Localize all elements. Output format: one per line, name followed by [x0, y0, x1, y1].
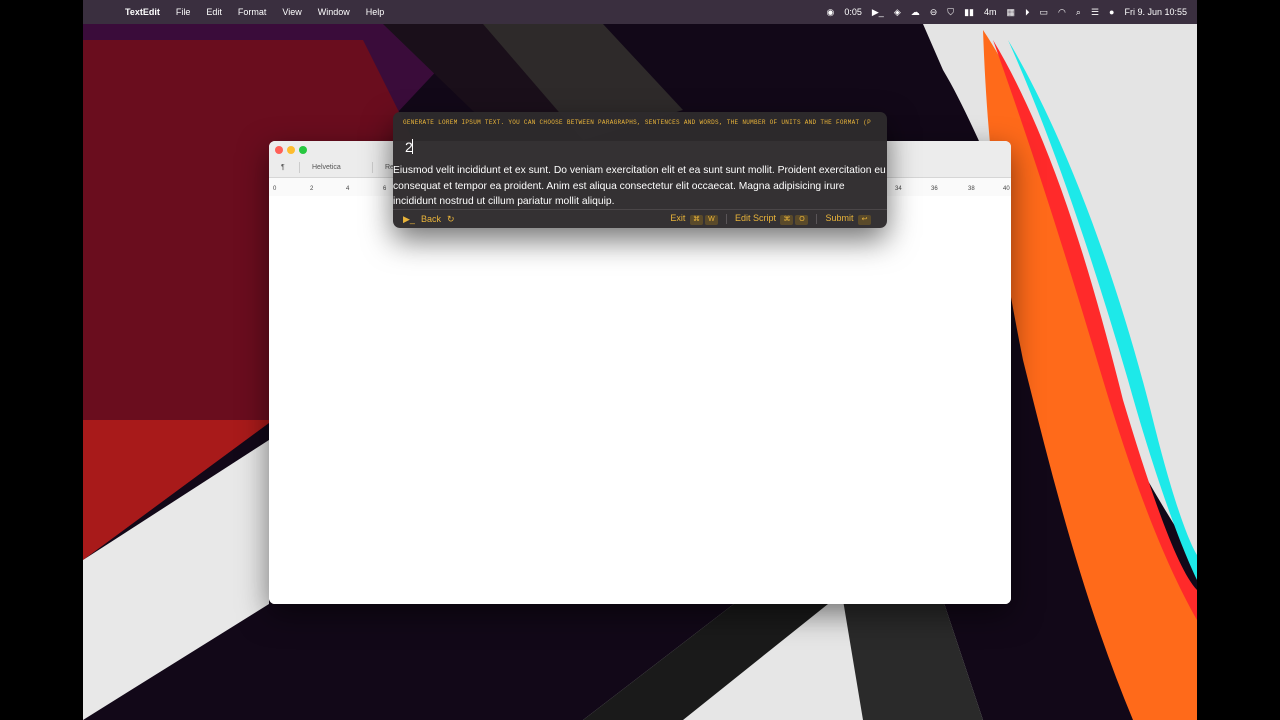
ruler-tick: 2	[310, 186, 314, 192]
edit-script-button[interactable]: Edit Script ⌘ O	[735, 213, 809, 225]
cmd-key: ⌘	[689, 215, 703, 225]
record-icon[interactable]: ◉	[827, 7, 835, 18]
font-family-select[interactable]: Helvetica	[308, 161, 373, 173]
o-key: O	[795, 215, 809, 225]
zoom-button[interactable]	[299, 146, 307, 154]
ruler-tick: 36	[931, 186, 938, 192]
back-button[interactable]: Back	[421, 214, 441, 224]
terminal-icon: ▶_	[403, 213, 415, 224]
terminal-icon[interactable]: ▶_	[872, 7, 884, 18]
ruler-tick: 0	[273, 186, 277, 192]
footer-divider	[816, 214, 818, 224]
menu-file[interactable]: File	[168, 0, 199, 24]
battery-icon[interactable]: ▭	[1040, 7, 1049, 18]
play-circle-icon[interactable]: ⏵	[1025, 7, 1030, 18]
script-description: GENERATE LOREM IPSUM TEXT. YOU CAN CHOOS…	[403, 119, 872, 126]
menu-help[interactable]: Help	[358, 0, 393, 24]
battery-bars-icon[interactable]: ▮▮	[964, 7, 974, 18]
control-center-icon[interactable]: ☰	[1091, 7, 1099, 18]
close-button[interactable]	[275, 146, 283, 154]
submit-button[interactable]: Submit ↩	[825, 213, 871, 225]
exit-label: Exit	[670, 213, 686, 223]
dropbox-icon[interactable]: ◈	[894, 7, 901, 18]
status-area: ◉ 0:05 ▶_ ◈ ☁ ⊖ ⛉ ▮▮ 4m ▦ ⏵ ▭ ◠ ⌕ ☰ ● Fr…	[827, 0, 1188, 24]
menu-bar: TextEdit File Edit Format View Window He…	[83, 0, 1197, 24]
menu-view[interactable]: View	[274, 0, 309, 24]
app-menu[interactable]: TextEdit	[117, 0, 168, 24]
lorem-ipsum-panel: GENERATE LOREM IPSUM TEXT. YOU CAN CHOOS…	[393, 112, 887, 228]
submit-label: Submit	[825, 213, 854, 223]
text-caret	[412, 139, 413, 154]
return-key-icon: ↩	[858, 215, 871, 225]
minimize-button[interactable]	[287, 146, 295, 154]
ruler-tick: 34	[895, 186, 902, 192]
footer-divider	[725, 214, 727, 224]
menu-window[interactable]: Window	[310, 0, 358, 24]
shield-icon[interactable]: ⛉	[947, 7, 954, 18]
history-icon[interactable]: ↻	[447, 214, 455, 225]
ruler-tick: 40	[1003, 186, 1010, 192]
cloud-icon[interactable]: ☁	[911, 7, 920, 18]
units-input[interactable]	[403, 137, 877, 157]
ruler-tick: 38	[968, 186, 975, 192]
wifi-icon[interactable]: ◠	[1058, 7, 1066, 18]
generated-text-output: Eiusmod velit incididunt et ex sunt. Do …	[393, 165, 886, 207]
siri-icon[interactable]: ●	[1109, 7, 1114, 17]
ruler-tick: 4	[346, 186, 350, 192]
edit-script-label: Edit Script	[734, 213, 776, 223]
w-key: W	[704, 215, 718, 225]
date-time-label[interactable]: Fri 9. Jun 10:55	[1124, 7, 1187, 17]
paragraph-style-select[interactable]: ¶	[277, 161, 300, 173]
time-remaining-label: 4m	[983, 7, 997, 17]
ruler-tick: 6	[383, 186, 387, 192]
menu-edit[interactable]: Edit	[198, 0, 230, 24]
document-area[interactable]	[269, 196, 1011, 604]
cmd-key: ⌘	[780, 215, 794, 225]
desktop: TextEdit File Edit Format View Window He…	[83, 0, 1197, 720]
keyboard-icon[interactable]: ▦	[1006, 7, 1015, 18]
search-icon[interactable]: ⌕	[1076, 7, 1081, 18]
timer-label: 0:05	[844, 7, 862, 17]
exit-button[interactable]: Exit ⌘ W	[670, 213, 718, 225]
minus-circle-icon[interactable]: ⊖	[930, 7, 938, 18]
panel-footer: ▶_ Back ↻ Exit ⌘ W Edit Script ⌘ O Submit …	[393, 209, 887, 228]
menu-format[interactable]: Format	[230, 0, 275, 24]
